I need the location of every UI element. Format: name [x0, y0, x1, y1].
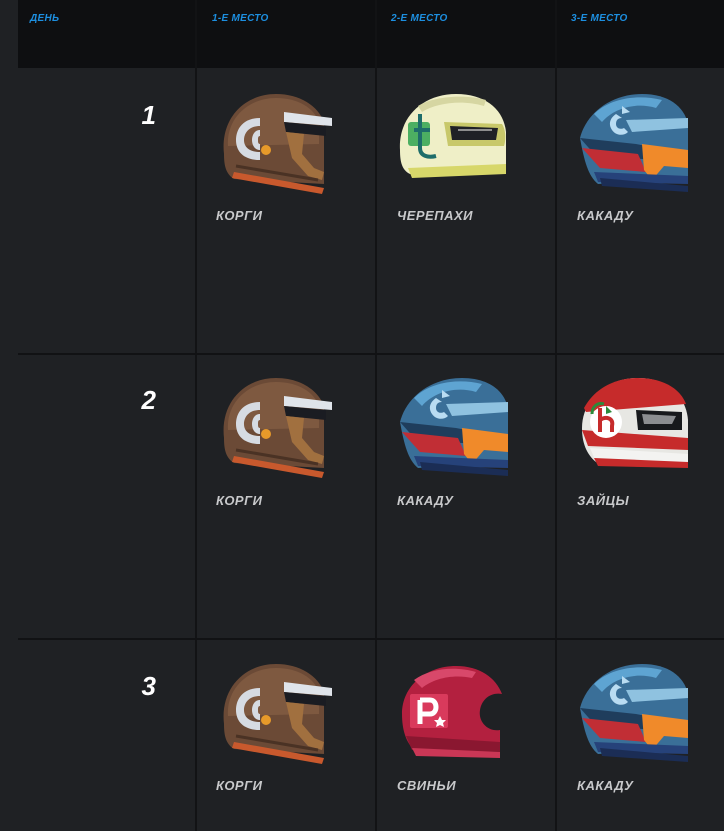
pig-helmet-icon	[396, 654, 516, 764]
corgi-helmet-icon	[222, 92, 334, 194]
column-divider	[555, 0, 557, 831]
cockatoo-helmet-icon	[400, 378, 508, 476]
header-second-place: 2-Е МЕСТО	[391, 13, 448, 24]
results-table: ДЕНЬ 1-Е МЕСТО 2-Е МЕСТО 3-Е МЕСТО 1 КОР…	[0, 0, 724, 831]
turtle-helmet-icon	[397, 92, 508, 180]
team-name: СВИНЬИ	[397, 778, 457, 793]
header-row: ДЕНЬ 1-Е МЕСТО 2-Е МЕСТО 3-Е МЕСТО	[18, 0, 724, 68]
column-divider	[195, 0, 197, 831]
row-divider	[18, 638, 724, 640]
team-name: ЧЕРЕПАХИ	[397, 208, 473, 223]
team-name: ЗАЙЦЫ	[577, 493, 630, 508]
day-number: 3	[141, 671, 156, 701]
row-divider	[18, 353, 724, 355]
corgi-helmet-icon	[222, 376, 334, 478]
team-name: КАКАДУ	[577, 778, 634, 793]
column-divider	[375, 0, 377, 831]
header-first-place: 1-Е МЕСТО	[212, 13, 269, 24]
hare-helmet-icon	[580, 376, 690, 470]
team-name: КАКАДУ	[397, 493, 454, 508]
team-name: КОРГИ	[216, 493, 263, 508]
team-name: КОРГИ	[216, 778, 263, 793]
cockatoo-helmet-icon	[580, 664, 688, 762]
corgi-helmet-icon	[222, 662, 334, 764]
cockatoo-helmet-icon	[580, 94, 688, 192]
header-day: ДЕНЬ	[30, 13, 60, 24]
left-gutter	[0, 0, 18, 831]
team-name: КОРГИ	[216, 208, 263, 223]
header-third-place: 3-Е МЕСТО	[571, 13, 628, 24]
day-number: 1	[141, 100, 156, 130]
team-name: КАКАДУ	[577, 208, 634, 223]
day-number: 2	[141, 385, 156, 415]
